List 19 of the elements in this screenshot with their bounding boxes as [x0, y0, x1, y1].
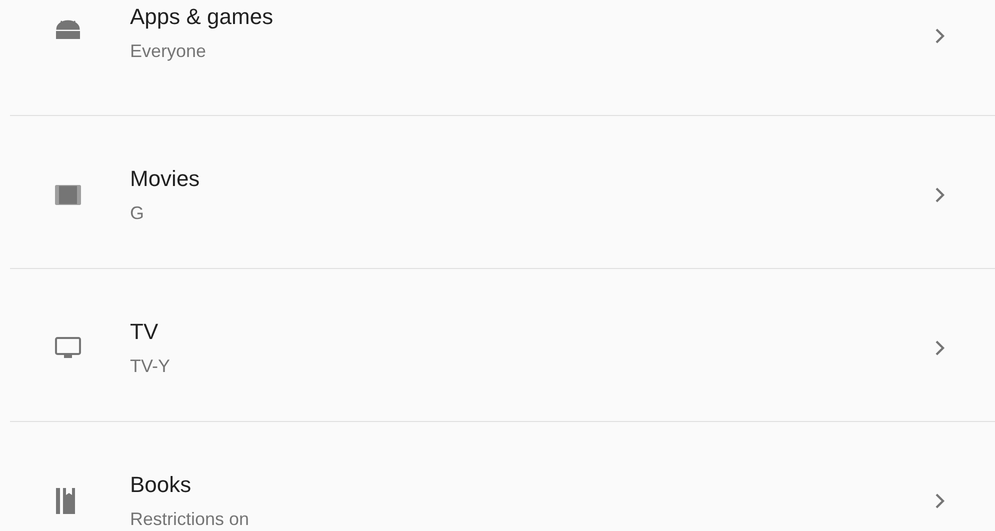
row-subtitle: Restrictions on: [130, 508, 250, 531]
settings-row[interactable]: Apps & games Everyone: [10, 0, 995, 116]
chevron-right-icon: [935, 187, 945, 203]
row-subtitle: G: [130, 202, 146, 225]
row-title: Apps & games: [130, 3, 274, 31]
settings-row[interactable]: TV TV-Y: [10, 269, 995, 422]
row-title: TV: [130, 318, 160, 346]
row-subtitle: TV-Y: [130, 355, 172, 378]
row-subtitle: Everyone: [130, 40, 208, 63]
chevron-right-icon: [935, 28, 945, 44]
chevron-right-icon: [935, 493, 945, 509]
row-title: Books: [130, 471, 192, 499]
tv-icon: [55, 337, 81, 359]
film-icon: [55, 185, 81, 205]
settings-row[interactable]: Books Restrictions on: [10, 422, 995, 531]
row-title: Movies: [130, 165, 201, 193]
settings-row[interactable]: Movies G: [10, 116, 995, 269]
android-icon: [55, 20, 81, 40]
chevron-right-icon: [935, 340, 945, 356]
